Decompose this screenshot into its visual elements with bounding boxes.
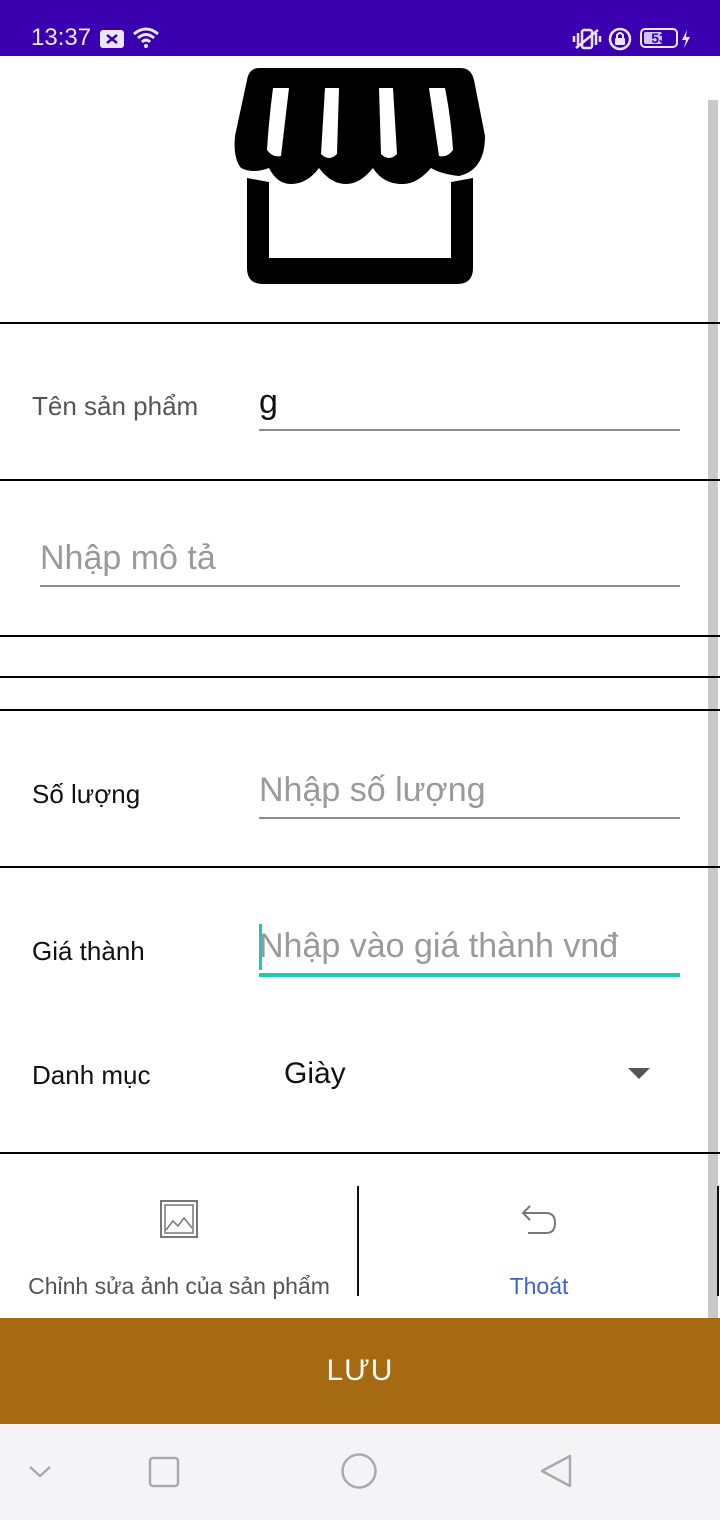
status-time: 13:37 xyxy=(31,24,92,51)
product-name-value: g xyxy=(259,383,278,421)
text-cursor xyxy=(259,924,262,970)
description-input[interactable]: Nhập mô tả xyxy=(40,536,680,587)
quantity-placeholder: Nhập số lượng xyxy=(259,771,486,809)
notification-icon xyxy=(100,30,124,48)
navigation-bar xyxy=(0,1424,720,1520)
back-icon[interactable] xyxy=(538,1453,574,1489)
product-name-input[interactable]: g xyxy=(259,380,680,431)
product-name-label: Tên sản phẩm xyxy=(32,391,199,421)
divider xyxy=(0,479,720,481)
charging-icon xyxy=(682,30,690,48)
description-underline xyxy=(40,585,680,587)
vertical-divider xyxy=(357,1186,359,1296)
quantity-input[interactable]: Nhập số lượng xyxy=(259,768,680,819)
price-placeholder: Nhập vào giá thành vnđ xyxy=(259,927,619,965)
quantity-label: Số lượng xyxy=(32,779,141,809)
battery-level: 53 xyxy=(651,30,667,46)
product-name-underline xyxy=(259,429,680,431)
price-label: Giá thành xyxy=(32,936,145,966)
price-underline xyxy=(259,973,680,977)
divider xyxy=(0,1152,720,1154)
exit-label: Thoát xyxy=(509,1273,569,1299)
quantity-underline xyxy=(259,817,680,819)
store-icon xyxy=(234,68,485,284)
recent-apps-icon[interactable] xyxy=(148,1456,180,1488)
vibrate-icon xyxy=(572,28,602,50)
description-placeholder: Nhập mô tả xyxy=(40,539,216,577)
lock-rotation-icon xyxy=(608,27,632,51)
exit-button[interactable]: Thoát xyxy=(360,1186,718,1316)
chevron-down-icon[interactable] xyxy=(28,1464,52,1480)
wifi-icon xyxy=(133,27,159,48)
edit-image-label: Chỉnh sửa ảnh của sản phẩm xyxy=(28,1273,330,1299)
divider xyxy=(0,635,720,637)
edit-image-button[interactable]: Chỉnh sửa ảnh của sản phẩm xyxy=(0,1186,358,1316)
save-button[interactable]: LƯU xyxy=(0,1318,720,1424)
divider xyxy=(0,709,720,711)
divider xyxy=(0,676,720,678)
category-label: Danh mục xyxy=(32,1060,151,1090)
divider xyxy=(0,322,720,324)
home-icon[interactable] xyxy=(340,1452,378,1490)
battery-icon: 53 xyxy=(640,28,678,48)
divider xyxy=(0,866,720,868)
category-value: Giày xyxy=(284,1057,346,1090)
dropdown-arrow-icon xyxy=(628,1068,650,1079)
price-input[interactable]: Nhập vào giá thành vnđ xyxy=(259,922,680,977)
status-bar: 13:37 53 xyxy=(0,0,720,56)
undo-icon xyxy=(521,1205,557,1234)
image-icon xyxy=(160,1200,198,1238)
